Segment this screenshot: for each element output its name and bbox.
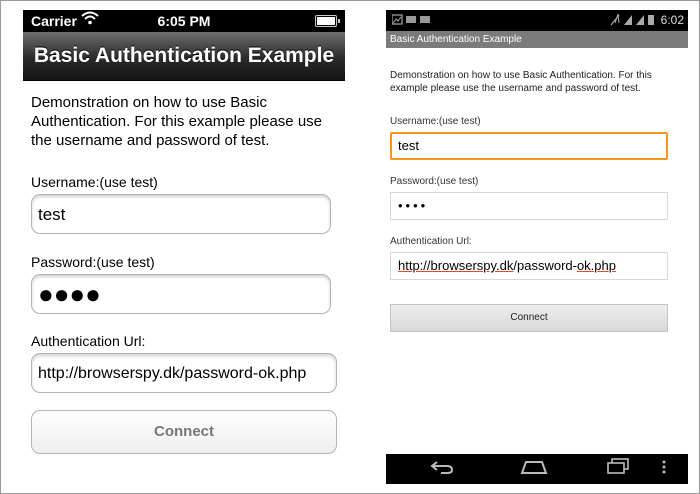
signal-icons — [610, 13, 656, 29]
url-part: browserspy.dk — [430, 258, 514, 273]
notification-glyphs — [391, 14, 430, 25]
username-input[interactable]: test — [31, 194, 331, 234]
android-status-bar: 6:02 — [386, 10, 688, 31]
android-navigation-bar — [386, 454, 688, 484]
ios-status-bar: Carrier 6:05 PM — [23, 10, 345, 32]
description-text: Demonstration on how to use Basic Authen… — [390, 70, 652, 94]
back-icon[interactable] — [422, 454, 462, 484]
connect-button[interactable]: Connect — [390, 304, 668, 332]
url-label: Authentication Url: — [31, 333, 146, 349]
connect-button[interactable]: Connect — [31, 410, 337, 454]
status-time: 6:02 — [660, 13, 684, 27]
url-label: Authentication Url: — [390, 236, 472, 247]
ios-content: Demonstration on how to use Basic Authen… — [23, 81, 345, 484]
home-icon[interactable] — [514, 454, 554, 484]
page-title: Basic Authentication Example — [33, 44, 335, 67]
url-part: http:// — [398, 258, 431, 273]
password-input[interactable]: ●●●● — [31, 274, 331, 314]
notification-icons — [391, 14, 432, 29]
url-part: /password- — [513, 258, 577, 273]
url-input[interactable]: http://browserspy.dk/password-ok.php — [31, 353, 337, 393]
ios-navigation-bar: Basic Authentication Example — [23, 32, 345, 81]
android-screen: 6:02 Basic Authentication Example Demons… — [386, 10, 688, 484]
ios-screen: Carrier 6:05 PM Basic Authentication Exa… — [23, 10, 345, 484]
status-time: 6:05 PM — [157, 13, 211, 29]
url-input[interactable]: http://browserspy.dk/password-ok.php — [390, 252, 668, 280]
username-input[interactable]: test — [390, 132, 668, 160]
username-label: Username:(use test) — [390, 116, 481, 127]
app-title-bar: Basic Authentication Example — [386, 31, 688, 48]
password-label: Password:(use test) — [390, 176, 479, 187]
username-label: Username:(use test) — [31, 174, 158, 190]
recent-apps-icon[interactable] — [598, 454, 638, 484]
description-text: Demonstration on how to use Basic Authen… — [31, 94, 322, 149]
password-input[interactable]: •••• — [390, 192, 668, 220]
url-part: ok.php — [576, 258, 616, 273]
signal-glyphs — [610, 13, 654, 26]
password-label: Password:(use test) — [31, 254, 155, 270]
menu-icon[interactable] — [654, 454, 674, 484]
battery-icon — [315, 15, 340, 27]
android-content: Demonstration on how to use Basic Authen… — [386, 48, 688, 454]
